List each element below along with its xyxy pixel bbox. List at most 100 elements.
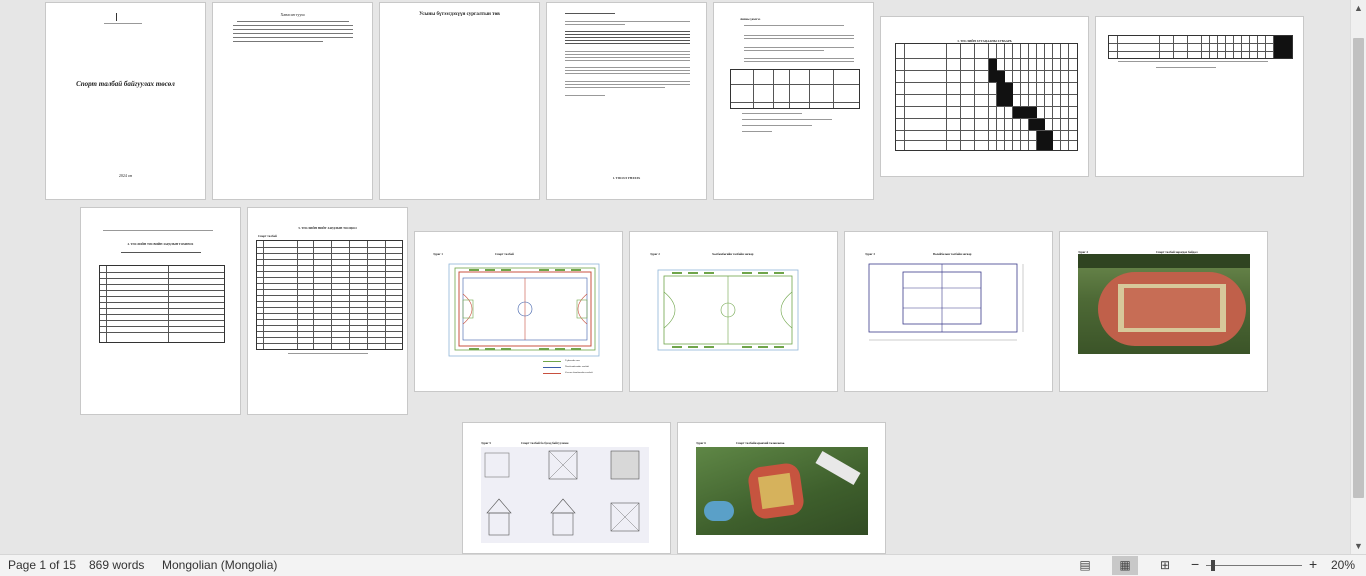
fig2-label: Зураг 2 — [650, 252, 660, 256]
text-line — [565, 57, 690, 58]
text-line — [742, 131, 772, 132]
text-line — [233, 29, 353, 30]
fig1-label: Зураг 1 — [433, 252, 443, 256]
document-page-9-cost[interactable]: 5. ТӨСЛИЙН НИЙТ ЗАРДЛЫН ТООЦОО Спорт тал… — [247, 207, 408, 415]
text-line — [1118, 61, 1268, 62]
text-line — [565, 13, 615, 14]
cover-title: Спорт талбай байгуулах төсөл — [76, 80, 175, 88]
fig6-title: Спорт талбайн ерөнхий төлөвлөгөө — [736, 441, 785, 445]
legend-swatch-blue — [543, 367, 561, 368]
zoom-slider-thumb[interactable] — [1211, 560, 1215, 571]
page5-heading: Анхны үнэлгээ — [740, 17, 761, 21]
text-line — [233, 25, 353, 26]
zoom-slider-track[interactable] — [1206, 565, 1302, 566]
text-line — [565, 87, 665, 88]
text-line — [565, 24, 625, 25]
text-line — [565, 67, 690, 68]
fig2-title: Хөлбөмбөгийн талбайн загвар — [712, 252, 754, 256]
volleyball-court-plan — [868, 263, 1024, 341]
text-line — [565, 31, 690, 32]
text-line — [565, 40, 690, 41]
fig5-label: Зураг 5 — [481, 441, 491, 445]
status-bar: Page 1 of 15 869 words Mongolian (Mongol… — [0, 554, 1366, 576]
legend-1: Гүйлтийн зам — [565, 359, 580, 362]
sport-field-plan — [448, 263, 600, 357]
text-line — [565, 73, 690, 74]
pavilion-drawings-image — [481, 447, 649, 543]
document-page-3[interactable]: Усыны бүтээгдэхүүн сургалтын төв — [379, 2, 540, 200]
text-line — [742, 113, 802, 114]
text-line — [565, 43, 690, 44]
document-page-8-budget[interactable]: 4. ТӨСЛИЙН ТӨСВИЙН ЗАРДЛЫН ТОХИРОХ — [80, 207, 241, 415]
text-line — [744, 50, 824, 51]
text-line — [565, 84, 690, 85]
web-layout-icon[interactable]: ⊞ — [1152, 556, 1178, 575]
scroll-down-arrow-icon[interactable]: ▼ — [1351, 538, 1366, 554]
text-line — [103, 230, 213, 231]
text-line — [565, 21, 690, 22]
document-page-14-figure[interactable]: Зураг 5 Спорт талбай ба бусад байгууламж — [462, 422, 671, 554]
site-plan-render-image — [696, 447, 868, 535]
text-line — [565, 51, 690, 52]
text-line — [121, 252, 201, 253]
print-layout-icon[interactable]: ▦ — [1112, 556, 1138, 575]
document-page-5[interactable]: Анхны үнэлгээ — [713, 2, 874, 200]
gantt-table — [895, 43, 1078, 151]
document-page-15-figure[interactable]: Зураг 6 Спорт талбайн ерөнхий төлөвлөгөө — [677, 422, 886, 554]
text-line — [233, 37, 353, 38]
page3-heading: Усыны бүтээгдэхүүн сургалтын төв — [419, 12, 500, 17]
document-page-7-gantt-cont[interactable] — [1095, 16, 1304, 177]
stadium-render-image — [1078, 254, 1250, 354]
text-line — [744, 38, 854, 39]
text-line — [744, 25, 844, 26]
read-mode-icon[interactable]: ▤ — [1072, 556, 1098, 575]
page4-footer: 1. ТӨСӨЛ ҮНЭЛЭХ — [612, 176, 641, 180]
text-line — [565, 81, 690, 82]
fig3-label: Зураг 3 — [865, 252, 875, 256]
text-line — [744, 35, 854, 36]
page-indicator[interactable]: Page 1 of 15 — [8, 558, 76, 572]
vertical-scrollbar[interactable]: ▲ ▼ — [1350, 0, 1366, 554]
date-line — [104, 23, 142, 24]
document-page-13-figure[interactable]: Зураг 4 Спорт талбай харагдах байдал — [1059, 231, 1268, 392]
document-page-11-figure[interactable]: Зураг 2 Хөлбөмбөгийн талбайн загвар — [629, 231, 838, 392]
document-canvas[interactable]: Спорт талбай байгуулах төсөл 2024 он Хан… — [0, 0, 1350, 554]
zoom-level[interactable]: 20% — [1331, 558, 1355, 572]
document-page-2[interactable]: Ханасан тууш — [212, 2, 373, 200]
text-line — [565, 54, 690, 55]
text-line — [233, 41, 323, 42]
document-page-12-figure[interactable]: Зураг 3 Волейболын талбайн загвар — [844, 231, 1053, 392]
document-page-1[interactable]: Спорт талбай байгуулах төсөл 2024 он — [45, 2, 206, 200]
document-page-10-figure[interactable]: Зураг 1 Спорт талбай Гүйлтийн зам Хөлбөм… — [414, 231, 623, 392]
gantt-table-cont — [1108, 35, 1293, 59]
budget-table — [99, 265, 225, 343]
text-line — [565, 70, 690, 71]
page2-heading: Ханасан тууш — [280, 12, 305, 17]
document-page-6-gantt[interactable]: 3. ТӨСЛИЙН ХУГАЦААНЫ ХУВААРЬ — [880, 16, 1089, 177]
text-line — [288, 353, 368, 354]
cost-subheading: Спорт талбай — [258, 234, 277, 238]
text-line — [237, 21, 349, 22]
cover-year: 2024 он — [118, 173, 133, 178]
text-line — [1156, 67, 1216, 68]
zoom-out-button[interactable]: − — [1191, 556, 1199, 572]
fig5-title: Спорт талбай ба бусад байгууламж — [521, 441, 569, 445]
cost-heading: 5. ТӨСЛИЙН НИЙТ ЗАРДЛЫН ТООЦОО — [298, 226, 357, 230]
text-line — [565, 34, 690, 35]
text-line — [744, 61, 854, 62]
text-line — [565, 95, 605, 96]
text-line — [742, 119, 832, 120]
cost-table — [256, 240, 403, 350]
text-line — [744, 47, 854, 48]
scroll-up-arrow-icon[interactable]: ▲ — [1351, 0, 1366, 16]
scrollbar-thumb[interactable] — [1353, 38, 1364, 498]
text-line — [742, 125, 812, 126]
budget-heading: 4. ТӨСЛИЙН ТӨСВИЙН ЗАРДЛЫН ТОХИРОХ — [127, 242, 194, 246]
zoom-in-button[interactable]: + — [1309, 556, 1317, 572]
language-indicator[interactable]: Mongolian (Mongolia) — [162, 558, 277, 572]
legend-swatch-green — [543, 361, 561, 362]
summary-table — [730, 69, 860, 109]
document-page-4[interactable]: 1. ТӨСӨЛ ҮНЭЛЭХ — [546, 2, 707, 200]
legend-3: Сагсан бөмбөгийн талбай — [565, 371, 593, 374]
word-count[interactable]: 869 words — [89, 558, 144, 572]
